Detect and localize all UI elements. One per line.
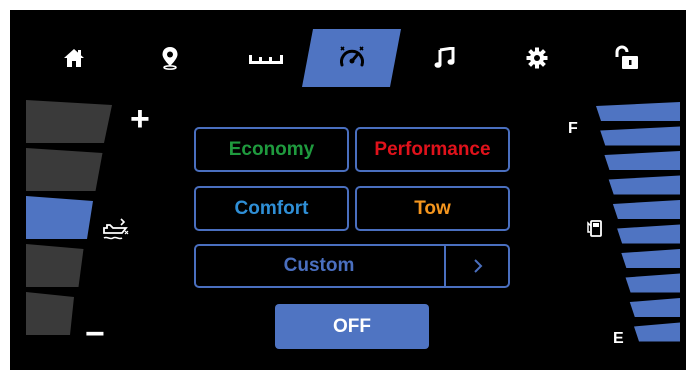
unlocked-padlock-icon [615,45,638,69]
fuel-segment [621,249,680,268]
music-note-icon [434,47,455,68]
fuel-segment [612,200,680,219]
fuel-segment [608,175,680,195]
trim-segment [26,196,93,239]
performance-mode-button[interactable]: Performance [355,127,510,172]
home-icon [64,49,84,67]
economy-label: Economy [228,138,315,160]
fuel-segment [596,102,680,121]
economy-mode-button[interactable]: Economy [194,127,349,172]
ruler-icon [249,55,283,64]
performance-label: Performance [374,138,491,160]
fuel-full-label: F [568,120,578,137]
boat-trim-icon [103,218,129,240]
location-pin-icon [162,47,178,70]
comfort-label: Comfort [234,197,309,219]
off-button[interactable]: OFF [275,304,429,349]
nav-home[interactable] [40,29,108,87]
drive-mode-icon [340,46,364,67]
nav-ruler[interactable] [232,29,300,87]
trim-segment [26,148,103,191]
fuel-gauge [596,102,680,342]
fuel-segment [634,322,680,342]
tow-label: Tow [414,197,451,219]
fuel-segment [629,298,680,317]
screen: + − Economy Performance Comfort Tow Cust… [10,10,686,370]
fuel-segment [604,151,680,170]
nav-music[interactable] [410,29,478,87]
trim-segment [26,292,74,335]
comfort-mode-button[interactable]: Comfort [194,186,349,231]
trim-segment [26,244,84,287]
trim-segment [26,100,112,143]
fuel-segment [600,126,680,146]
custom-mode-row: Custom [194,244,510,288]
nav-lock[interactable] [593,29,661,87]
nav-location[interactable] [136,29,204,87]
nav-drive-mode[interactable] [318,29,386,87]
custom-mode-button[interactable]: Custom [196,246,442,286]
fuel-segment [617,224,680,244]
tow-mode-button[interactable]: Tow [355,186,510,231]
gear-icon [526,47,548,69]
custom-settings-button[interactable] [444,246,510,286]
chevron-right-icon [474,259,483,273]
trim-up-button[interactable]: + [130,102,150,136]
trim-down-button[interactable]: − [85,317,105,351]
fuel-segment [625,273,680,293]
nav-settings[interactable] [503,29,571,87]
